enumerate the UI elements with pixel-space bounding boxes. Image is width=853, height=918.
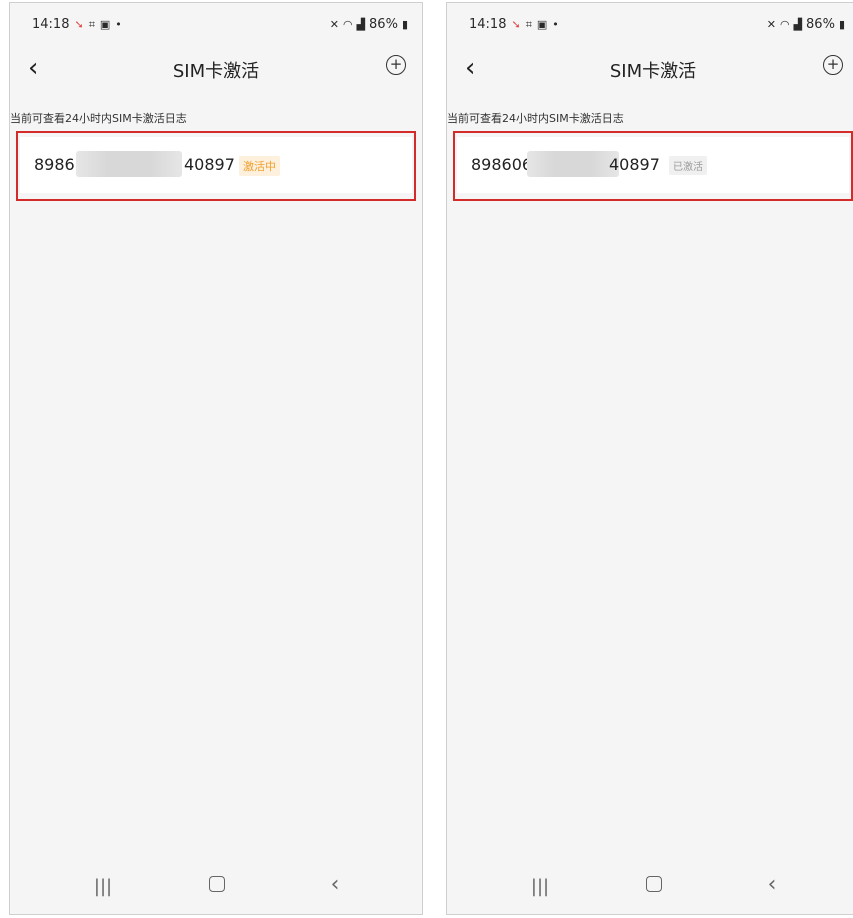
- status-time: 14:18: [469, 17, 507, 32]
- battery-icon: ▮: [838, 18, 845, 31]
- battery-percent: 86%: [369, 17, 398, 32]
- gallery-icon: ▣: [99, 18, 111, 31]
- notification-dot-icon: •: [115, 18, 122, 31]
- gallery-icon: ▣: [536, 18, 548, 31]
- mute-icon: ✕: [329, 18, 339, 31]
- system-nav-bar: ||| ‹: [447, 860, 853, 914]
- wifi-icon: ◠: [342, 18, 353, 31]
- status-badge: 已激活: [669, 156, 707, 175]
- signal-icon: ▟: [793, 18, 803, 31]
- phone-screen-activated: 14:18 ➘ ⌗ ▣ • ✕ ◠ ▟ 86% ▮ ‹ SIM卡激活 + 当前可…: [446, 2, 853, 915]
- missed-call-icon: ➘: [511, 18, 521, 31]
- page-title: SIM卡激活: [172, 61, 260, 82]
- iccid-prefix: 8986: [34, 155, 75, 174]
- nav-bar: ‹ SIM卡激活 +: [447, 47, 853, 95]
- sim-entry-row[interactable]: 8986 40897 激活中: [20, 137, 412, 193]
- recents-icon[interactable]: |||: [88, 876, 118, 897]
- system-nav-bar: ||| ‹: [10, 860, 422, 914]
- wifi-icon: ◠: [779, 18, 790, 31]
- notification-dot-icon: •: [552, 18, 559, 31]
- activation-log-hint: 当前可查看24小时内SIM卡激活日志: [10, 112, 187, 125]
- iccid-prefix: 898606: [471, 155, 533, 174]
- sim-entry-highlight: 8986 40897 激活中: [16, 131, 416, 201]
- status-time: 14:18: [32, 17, 70, 32]
- iccid-suffix: 40897: [609, 155, 660, 174]
- sim-entry-row[interactable]: 898606 40897 已激活: [457, 137, 849, 193]
- page-title: SIM卡激活: [609, 61, 697, 82]
- iccid-redacted: [527, 151, 619, 177]
- home-icon[interactable]: [202, 876, 232, 897]
- missed-call-icon: ➘: [74, 18, 84, 31]
- activation-log-hint: 当前可查看24小时内SIM卡激活日志: [447, 112, 624, 125]
- plus-circle-icon[interactable]: +: [386, 55, 406, 75]
- back-arrow-icon[interactable]: ‹: [320, 872, 350, 897]
- iccid-suffix: 40897: [184, 155, 235, 174]
- back-arrow-icon[interactable]: ‹: [757, 872, 787, 897]
- screenshot-icon: ⌗: [525, 18, 532, 31]
- status-badge: 激活中: [239, 156, 280, 176]
- recents-icon[interactable]: |||: [525, 876, 555, 897]
- home-icon[interactable]: [639, 876, 669, 897]
- signal-icon: ▟: [356, 18, 366, 31]
- nav-bar: ‹ SIM卡激活 +: [10, 47, 422, 95]
- battery-icon: ▮: [401, 18, 408, 31]
- plus-circle-icon[interactable]: +: [823, 55, 843, 75]
- phone-screen-activating: 14:18 ➘ ⌗ ▣ • ✕ ◠ ▟ 86% ▮ ‹ SIM卡激活 + 当前可…: [9, 2, 423, 915]
- iccid-redacted: [76, 151, 182, 177]
- screenshot-icon: ⌗: [88, 18, 95, 31]
- battery-percent: 86%: [806, 17, 835, 32]
- status-bar: 14:18 ➘ ⌗ ▣ • ✕ ◠ ▟ 86% ▮: [10, 3, 422, 47]
- mute-icon: ✕: [766, 18, 776, 31]
- sim-entry-highlight: 898606 40897 已激活: [453, 131, 853, 201]
- status-bar: 14:18 ➘ ⌗ ▣ • ✕ ◠ ▟ 86% ▮: [447, 3, 853, 47]
